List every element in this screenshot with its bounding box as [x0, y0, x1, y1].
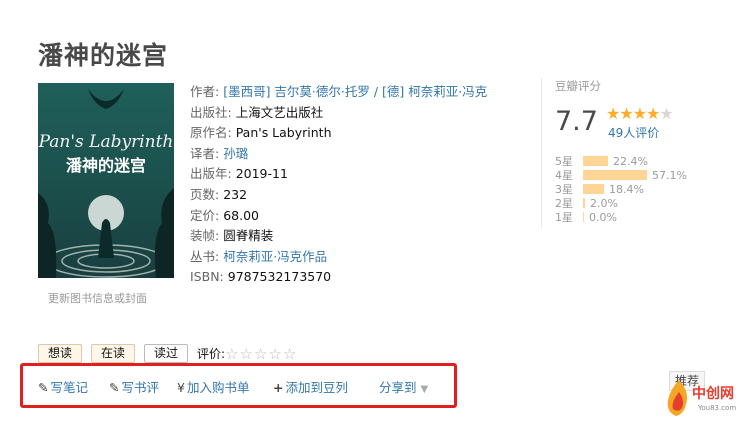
rating-bar-row: 3星 18.4%	[555, 182, 687, 197]
reading-button[interactable]: 在读	[91, 344, 136, 363]
write-review-link[interactable]: ✎ 写书评	[109, 377, 159, 396]
rating-bar-percent: 18.4%	[609, 182, 644, 196]
rating-bar-percent: 57.1%	[652, 168, 687, 182]
series-link[interactable]: 柯奈莉亚·冯克作品	[223, 249, 327, 264]
watermark-sub: You83.com	[698, 404, 737, 412]
info-pages: 页数: 232	[190, 186, 248, 202]
read-button[interactable]: 读过	[144, 344, 189, 363]
rating-bar-row: 1星 0.0%	[555, 210, 687, 225]
info-series: 丛书: 柯奈莉亚·冯克作品	[190, 248, 328, 264]
yen-icon: ¥	[177, 380, 185, 395]
add-to-doulist-link[interactable]: + 添加到豆列	[273, 377, 348, 396]
cover-title-cn: 潘神的迷宫	[66, 156, 146, 175]
write-note-link[interactable]: ✎ 写笔记	[38, 377, 88, 396]
info-original: 原作名: Pan's Labyrinth	[190, 125, 332, 141]
rating-panel: 豆瓣评分 7.7 ★★★★★ 49人评价 5星 22.4% 4星 57.1% 3星 18.…	[541, 78, 701, 228]
rating-bar-percent: 22.4%	[613, 154, 648, 168]
rating-bar	[583, 184, 604, 194]
rate-label: 评价:	[197, 347, 226, 361]
rating-score: 7.7	[555, 106, 598, 137]
rating-head: 豆瓣评分	[555, 79, 601, 93]
rating-bar-row: 4星 57.1%	[555, 168, 687, 183]
info-isbn: ISBN: 9787532173570	[190, 269, 332, 285]
rating-stars-icon: ★★★★★	[606, 104, 674, 123]
rating-bar	[583, 212, 584, 222]
action-bar: ✎ 写笔记 ✎ 写书评 ¥ 加入购书单 + 添加到豆列 分享到 ▼	[20, 363, 457, 408]
rating-bar-label: 1星	[555, 211, 573, 224]
author-link[interactable]: [墨西哥] 吉尔莫·德尔·托罗 / [德] 柯奈莉亚·冯克	[223, 84, 487, 99]
rating-bar	[583, 198, 585, 208]
rating-breakdown: 5星 22.4% 4星 57.1% 3星 18.4% 2星 2.0% 1星 0.0%	[555, 154, 687, 225]
update-cover-link[interactable]: 更新图书信息或封面	[48, 290, 147, 306]
info-price: 定价: 68.00	[190, 207, 259, 223]
share-dropdown[interactable]: 分享到 ▼	[379, 377, 428, 396]
status-buttons: 想读 在读 读过 评价: ☆☆☆☆☆	[38, 344, 297, 363]
book-info: 作者: [墨西哥] 吉尔莫·德尔·托罗 / [德] 柯奈莉亚·冯克 出版社: 上…	[190, 82, 487, 288]
book-cover[interactable]: Pan's Labyrinth 潘神的迷宫	[38, 83, 174, 278]
rating-bar-percent: 0.0%	[589, 210, 617, 224]
watermark-logo: 中创网 You83.com	[664, 378, 742, 422]
flame-icon	[667, 380, 688, 416]
cover-illustration-icon: Pan's Labyrinth 潘神的迷宫	[38, 89, 174, 278]
chevron-down-icon: ▼	[420, 384, 429, 395]
rating-bar-row: 2星 2.0%	[555, 196, 687, 211]
want-read-button[interactable]: 想读	[38, 344, 83, 363]
add-to-cart-link[interactable]: ¥ 加入购书单	[177, 377, 249, 396]
pencil-icon: ✎	[109, 380, 120, 395]
page-title: 潘神的迷宫	[38, 41, 169, 70]
info-publisher: 出版社: 上海文艺出版社	[190, 104, 324, 120]
rating-bar-row: 5星 22.4%	[555, 154, 687, 169]
cover-title-en: Pan's Labyrinth	[38, 132, 173, 152]
info-binding: 装帧: 圆脊精装	[190, 228, 274, 244]
watermark-text: 中创网	[692, 386, 734, 402]
rating-count-link[interactable]: 49人评价	[608, 124, 659, 141]
rate-stars-icon[interactable]: ☆☆☆☆☆	[225, 345, 297, 363]
translator-link[interactable]: 孙璐	[223, 146, 248, 161]
rating-bar-percent: 2.0%	[590, 196, 618, 210]
plus-icon: +	[273, 380, 284, 395]
info-translator: 译者: 孙璐	[190, 145, 249, 161]
rating-bar	[583, 156, 608, 166]
info-author: 作者: [墨西哥] 吉尔莫·德尔·托罗 / [德] 柯奈莉亚·冯克	[190, 84, 488, 99]
pencil-icon: ✎	[38, 380, 49, 395]
info-year: 出版年: 2019-11	[190, 166, 288, 182]
rating-bar	[583, 170, 647, 180]
